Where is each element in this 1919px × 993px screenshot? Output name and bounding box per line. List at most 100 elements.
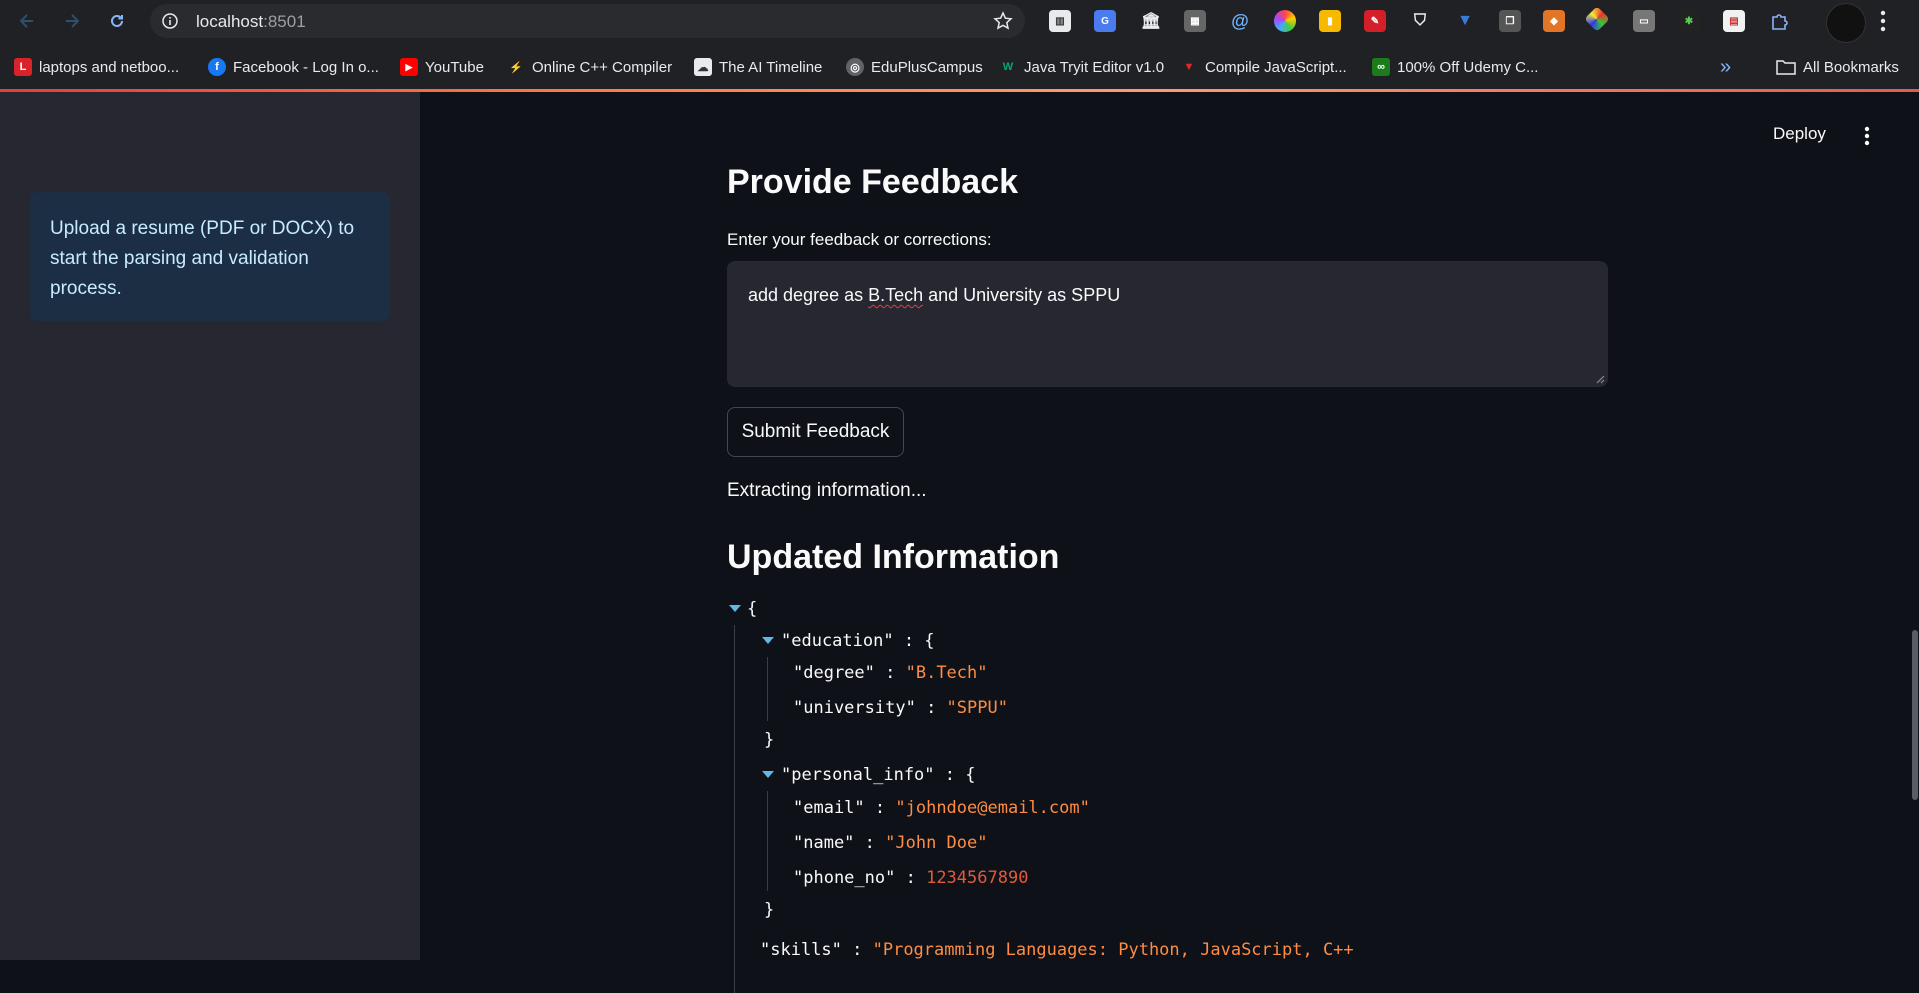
extension-translate-icon[interactable]: G	[1094, 10, 1116, 32]
bookmarks-bar: Llaptops and netboo... f Facebook - Log I…	[0, 44, 1919, 92]
submit-feedback-label: Submit Feedback	[741, 421, 890, 442]
bookmark-item[interactable]: ◎ EduPlusCampus	[846, 55, 983, 79]
url-host: localhost	[196, 12, 264, 31]
main-scrollbar[interactable]	[1912, 630, 1918, 800]
upload-info-text: Upload a resume (PDF or DOCX) to start t…	[50, 218, 355, 299]
bookmark-label: Facebook - Log In o...	[233, 58, 379, 76]
extension-copy-icon[interactable]: ❐	[1499, 10, 1521, 32]
bookmark-label: EduPlusCampus	[871, 58, 983, 76]
extension-image-icon[interactable]: ▦	[1184, 10, 1206, 32]
bookmark-favicon-icon: ☁	[694, 58, 712, 76]
extension-calendar-icon[interactable]: ▤	[1723, 10, 1745, 32]
bookmark-item[interactable]: Llaptops and netboo...	[14, 55, 179, 79]
bookmark-favicon-icon: W	[1002, 61, 1014, 73]
json-line-degree: "degree" : "B.Tech"	[793, 663, 988, 683]
bookmark-favicon-icon: ▼	[1183, 61, 1195, 73]
json-line-university: "university" : "SPPU"	[793, 698, 1008, 718]
json-key: "personal_info"	[781, 765, 935, 785]
collapse-toggle-icon[interactable]	[762, 637, 774, 644]
json-key: "email"	[793, 798, 865, 818]
extension-pen-icon[interactable]: ✎	[1364, 10, 1386, 32]
json-string-value: "B.Tech"	[905, 663, 988, 683]
collapse-toggle-icon[interactable]	[762, 771, 774, 778]
deploy-button[interactable]: Deploy	[1773, 124, 1826, 144]
json-line-name: "name" : "John Doe"	[793, 833, 988, 853]
reload-button[interactable]	[104, 8, 130, 34]
browser-menu-icon[interactable]	[1880, 10, 1886, 32]
collapse-toggle-icon[interactable]	[729, 605, 741, 612]
feedback-textarea[interactable]: add degree as B.Tech and University as S…	[727, 261, 1608, 387]
bookmark-favicon-icon: ∞	[1372, 58, 1390, 76]
feedback-heading: Provide Feedback	[727, 163, 1019, 201]
bookmark-label: Online C++ Compiler	[532, 58, 673, 76]
all-bookmarks-button[interactable]: All Bookmarks	[1776, 55, 1899, 79]
extension-archive-icon[interactable]: 🏛	[1140, 10, 1162, 32]
extension-metamask-icon[interactable]: ◆	[1543, 10, 1565, 32]
main-content	[420, 92, 1919, 960]
bookmark-item[interactable]: ☁ The AI Timeline	[694, 55, 822, 79]
json-string-value: "Programming Languages: Python, JavaScri…	[872, 940, 1354, 960]
app-menu-icon[interactable]	[1864, 126, 1870, 146]
bookmark-item[interactable]: ⚡ Online C++ Compiler	[507, 55, 672, 79]
site-info-icon[interactable]	[162, 13, 178, 29]
json-key: "education"	[781, 631, 894, 651]
json-indent-guide	[767, 657, 768, 721]
feedback-text-misspelled: B.Tech	[868, 285, 924, 305]
bookmark-item[interactable]: W Java Tryit Editor v1.0	[999, 55, 1164, 79]
url-text: localhost:8501	[196, 12, 306, 32]
address-bar[interactable]: localhost:8501	[150, 4, 1025, 38]
json-string-value: "johndoe@email.com"	[895, 798, 1090, 818]
bookmark-item[interactable]: ▶ YouTube	[400, 55, 484, 79]
json-string-value: "SPPU"	[946, 698, 1008, 718]
bookmark-label: YouTube	[425, 58, 484, 76]
extension-palette-icon[interactable]	[1584, 6, 1610, 32]
json-number-value: 1234567890	[926, 868, 1029, 888]
bookmark-favicon-icon: ⚡	[509, 61, 523, 74]
json-line-education: "education" : {	[781, 631, 935, 651]
extension-vpn-icon[interactable]: ▼	[1454, 10, 1476, 32]
updated-info-heading: Updated Information	[727, 538, 1060, 576]
bookmark-label: Compile JavaScript...	[1205, 58, 1347, 76]
json-line-personal-info: "personal_info" : {	[781, 765, 976, 785]
bookmark-item[interactable]: ∞ 100% Off Udemy C...	[1372, 55, 1538, 79]
forward-button[interactable]	[59, 8, 85, 34]
bookmark-favicon-icon: ▶	[400, 58, 418, 76]
bookmark-item[interactable]: f Facebook - Log In o...	[208, 55, 379, 79]
app-sidebar: Upload a resume (PDF or DOCX) to start t…	[0, 92, 420, 960]
bookmark-favicon-icon: ◎	[846, 58, 864, 76]
json-key: "university"	[793, 698, 916, 718]
bookmark-label: 100% Off Udemy C...	[1397, 58, 1539, 76]
json-string-value: "John Doe"	[885, 833, 988, 853]
json-line-skills: "skills" : "Programming Languages: Pytho…	[760, 940, 1354, 960]
bookmark-label: Java Tryit Editor v1.0	[1024, 58, 1165, 76]
extension-keep-icon[interactable]: ▮	[1319, 10, 1341, 32]
extension-reader-icon[interactable]: ▥	[1049, 10, 1071, 32]
resize-handle-icon[interactable]	[1595, 374, 1605, 384]
extensions-puzzle-icon[interactable]	[1768, 10, 1790, 32]
bookmark-favicon-icon: f	[208, 58, 226, 76]
json-indent-guide	[767, 791, 768, 891]
extension-bug-icon[interactable]: ✱	[1678, 10, 1700, 32]
submit-feedback-button[interactable]: Submit Feedback	[727, 407, 904, 457]
back-arrow-icon	[19, 14, 33, 28]
json-key: "skills"	[760, 940, 842, 960]
json-brace: {	[747, 599, 758, 619]
url-port: :8501	[263, 12, 306, 31]
deploy-label: Deploy	[1773, 124, 1826, 143]
extension-spiral-icon[interactable]: @	[1229, 10, 1251, 32]
extension-shield-icon[interactable]: ⛉	[1409, 10, 1431, 32]
bookmark-label: The AI Timeline	[719, 58, 823, 76]
json-indent-guide	[734, 625, 735, 993]
more-bookmarks-button[interactable]: »	[1720, 55, 1731, 79]
back-button[interactable]	[14, 8, 40, 34]
json-brace: }	[764, 730, 775, 750]
extension-color-icon[interactable]	[1274, 10, 1296, 32]
bookmark-star-icon[interactable]	[993, 11, 1013, 31]
all-bookmarks-label: All Bookmarks	[1803, 58, 1899, 76]
reload-icon	[111, 14, 123, 27]
forward-arrow-icon	[66, 14, 80, 28]
profile-avatar[interactable]	[1826, 3, 1866, 43]
folder-icon	[1776, 60, 1796, 75]
bookmark-item[interactable]: ▼ Compile JavaScript...	[1180, 55, 1347, 79]
extension-window-icon[interactable]: ▭	[1633, 10, 1655, 32]
